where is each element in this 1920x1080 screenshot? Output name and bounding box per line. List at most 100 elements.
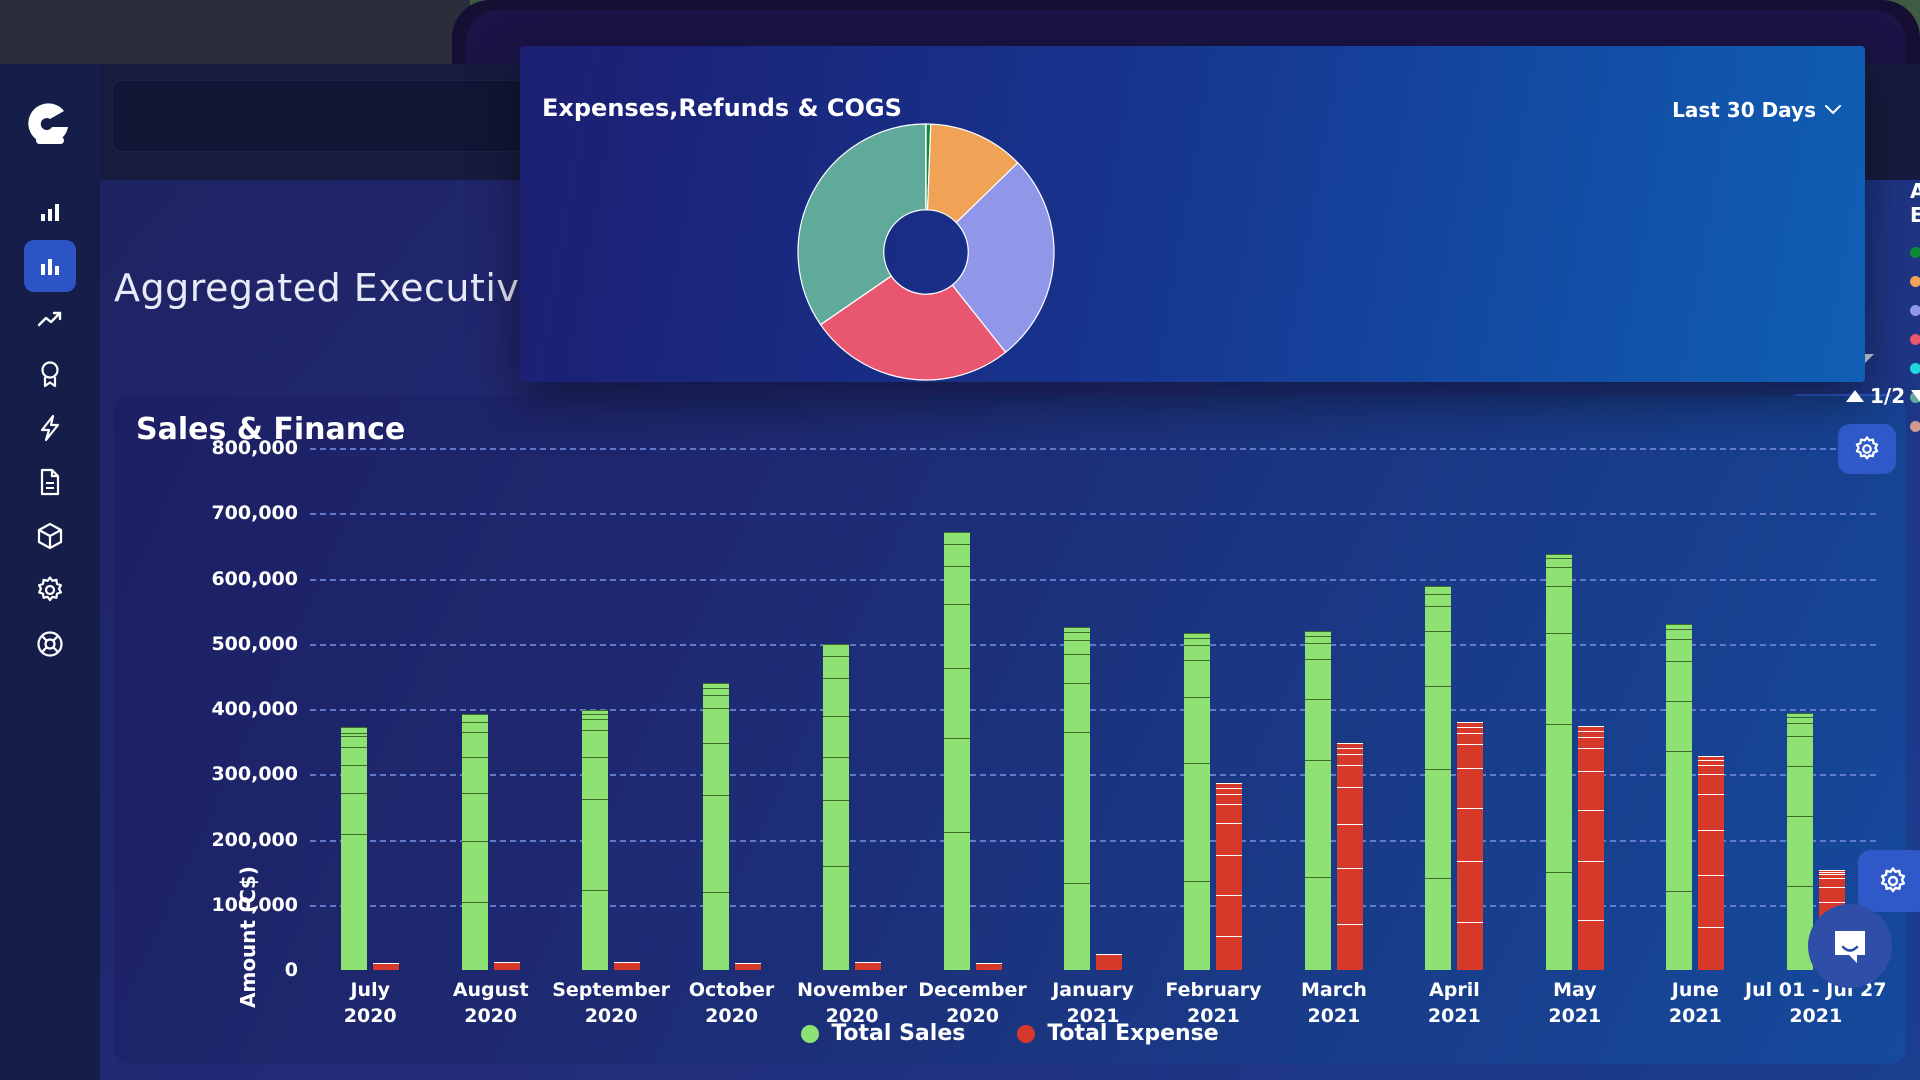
bar-segment bbox=[373, 962, 400, 970]
bar-total-expense[interactable] bbox=[855, 962, 882, 970]
bar-segment bbox=[1457, 733, 1484, 744]
bar-segment bbox=[823, 757, 850, 801]
chat-launcher-button[interactable] bbox=[1808, 904, 1892, 988]
bar-segment bbox=[493, 962, 520, 970]
bar-total-sales[interactable] bbox=[1425, 586, 1452, 970]
pager-down-icon[interactable] bbox=[1911, 390, 1920, 402]
bar-group bbox=[430, 448, 550, 970]
bar-total-sales[interactable] bbox=[1304, 631, 1331, 970]
chart-legend-item[interactable]: Total Sales bbox=[801, 1021, 965, 1046]
bar-segment bbox=[1698, 875, 1725, 927]
bar-segment bbox=[943, 531, 970, 544]
pager-up-icon[interactable] bbox=[1846, 390, 1864, 402]
bar-total-expense[interactable] bbox=[734, 962, 761, 970]
bar-segment bbox=[461, 841, 488, 902]
bar-total-expense[interactable] bbox=[614, 962, 641, 970]
chart-legend-item[interactable]: Total Expense bbox=[1017, 1021, 1219, 1046]
bar-total-expense[interactable] bbox=[1336, 742, 1363, 970]
bar-segment bbox=[1336, 924, 1363, 970]
bar-total-sales[interactable] bbox=[1666, 624, 1693, 970]
app-logo[interactable] bbox=[20, 88, 80, 160]
bar-total-sales[interactable] bbox=[341, 727, 368, 970]
bar-group bbox=[671, 448, 791, 970]
bar-total-sales[interactable] bbox=[943, 531, 970, 970]
bar-total-sales[interactable] bbox=[1545, 553, 1572, 970]
bar-segment bbox=[1545, 724, 1572, 873]
expenses-overlay-card: Expenses,Refunds & COGS Last 30 Days Agg… bbox=[520, 46, 1920, 432]
overlay-range-selector[interactable]: Last 30 Days bbox=[1672, 98, 1841, 122]
bar-segment bbox=[1063, 632, 1090, 640]
bar-segment bbox=[1698, 829, 1725, 876]
bar-segment bbox=[1216, 793, 1243, 805]
bar-total-sales[interactable] bbox=[702, 682, 729, 970]
bar-total-expense[interactable] bbox=[1698, 756, 1725, 970]
bar-segment bbox=[341, 746, 368, 765]
bar-total-sales[interactable] bbox=[582, 710, 609, 970]
sidebar-item-performance[interactable] bbox=[24, 402, 76, 454]
sidebar-item-awards[interactable] bbox=[24, 348, 76, 400]
bar-total-sales[interactable] bbox=[461, 714, 488, 970]
bar-segment bbox=[461, 722, 488, 732]
overlay-pager[interactable]: 1/2 bbox=[1846, 384, 1920, 408]
expense-row: Amazon Selling FeeC$52,766.83 bbox=[1910, 301, 1920, 320]
legend-dot-icon bbox=[801, 1024, 820, 1043]
bar-total-expense[interactable] bbox=[493, 962, 520, 970]
bar-segment bbox=[1666, 700, 1693, 751]
bar-segment bbox=[1304, 699, 1331, 760]
stats-header: Aggregated Expenses & COGS C$199,198.73 bbox=[1910, 176, 1920, 227]
bar-segment bbox=[1545, 566, 1572, 587]
bar-segment bbox=[582, 729, 609, 758]
settings-button-top[interactable] bbox=[1838, 424, 1896, 474]
bar-segment bbox=[1666, 638, 1693, 661]
bar-total-expense[interactable] bbox=[1457, 722, 1484, 970]
sidebar-item-dashboard[interactable] bbox=[24, 240, 76, 292]
bar-segment bbox=[1545, 586, 1572, 634]
bar-total-sales[interactable] bbox=[1184, 632, 1211, 970]
legend-dot-icon bbox=[1910, 421, 1920, 432]
bar-segment bbox=[1425, 769, 1452, 878]
bar-segment bbox=[943, 738, 970, 833]
bar-segment bbox=[1063, 639, 1090, 655]
bar-segment bbox=[1457, 921, 1484, 970]
sidebar-item-help[interactable] bbox=[24, 618, 76, 670]
bar-total-sales[interactable] bbox=[1786, 712, 1813, 970]
bar-segment bbox=[1577, 861, 1604, 920]
bar-segment bbox=[1336, 764, 1363, 787]
bar-total-sales[interactable] bbox=[1063, 626, 1090, 970]
bar-segment bbox=[943, 667, 970, 739]
y-axis-tick: 100,000 bbox=[211, 893, 298, 916]
bar-group bbox=[1033, 448, 1153, 970]
bar-group bbox=[1394, 448, 1514, 970]
sidebar-item-analytics[interactable] bbox=[24, 186, 76, 238]
bar-group bbox=[1635, 448, 1755, 970]
bar-total-expense[interactable] bbox=[1095, 953, 1122, 970]
gear-icon bbox=[1855, 436, 1879, 460]
bar-segment bbox=[614, 962, 641, 970]
bar-segment bbox=[823, 643, 850, 657]
bar-total-expense[interactable] bbox=[373, 962, 400, 970]
settings-button-bottom[interactable] bbox=[1858, 850, 1920, 912]
bar-total-sales[interactable] bbox=[823, 643, 850, 970]
bar-segment bbox=[1425, 631, 1452, 687]
bar-segment bbox=[1304, 658, 1331, 700]
y-axis-tick: 400,000 bbox=[211, 698, 298, 720]
bar-segment bbox=[1425, 586, 1452, 594]
bar-segment bbox=[823, 715, 850, 758]
sidebar-item-trends[interactable] bbox=[24, 294, 76, 346]
bar-total-expense[interactable] bbox=[1216, 782, 1243, 970]
expense-row: Total RefundC$24,071.28 bbox=[1910, 272, 1920, 291]
bar-segment bbox=[823, 677, 850, 716]
bar-segment bbox=[1786, 766, 1813, 817]
bar-group bbox=[310, 448, 430, 970]
bar-segment bbox=[1577, 919, 1604, 970]
sidebar-item-inventory[interactable] bbox=[24, 510, 76, 562]
bar-segment bbox=[341, 764, 368, 793]
bar-segment bbox=[1666, 629, 1693, 639]
bar-total-expense[interactable] bbox=[975, 962, 1002, 970]
bar-segment bbox=[1786, 736, 1813, 767]
sidebar-item-settings[interactable] bbox=[24, 564, 76, 616]
bar-segment bbox=[702, 742, 729, 796]
sidebar-item-reports[interactable] bbox=[24, 456, 76, 508]
bar-segment bbox=[1698, 765, 1725, 775]
bar-total-expense[interactable] bbox=[1577, 726, 1604, 970]
